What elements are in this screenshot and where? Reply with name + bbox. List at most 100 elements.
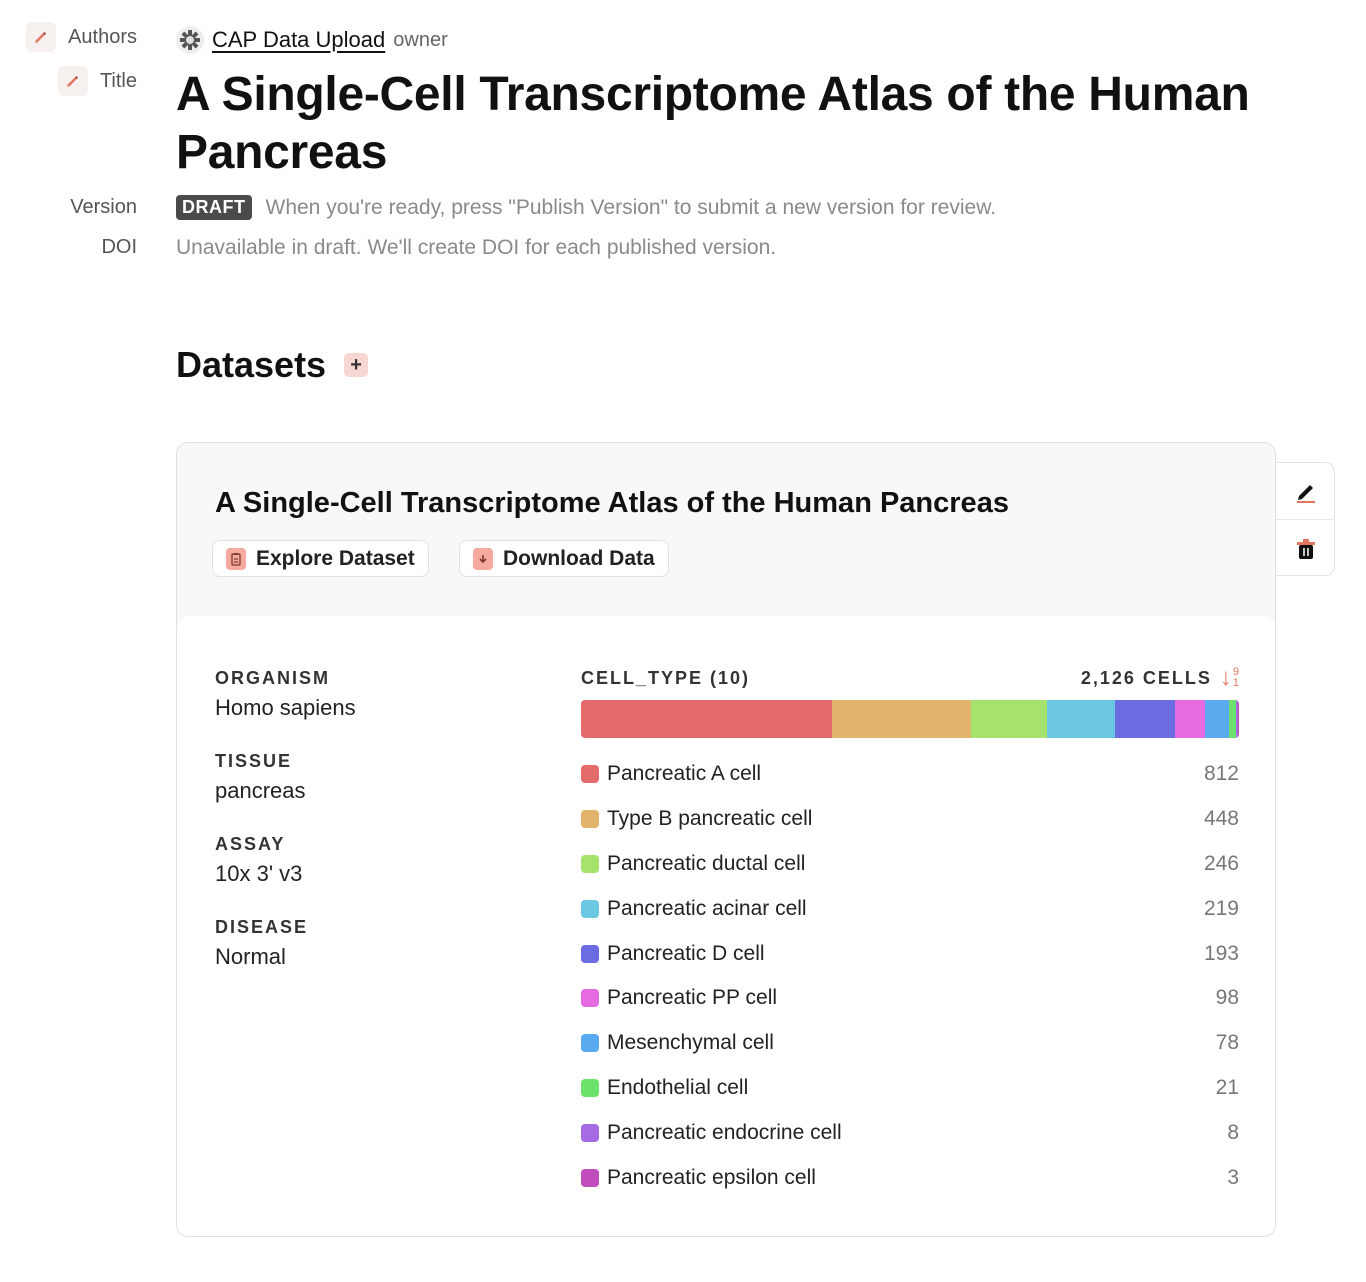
legend-label: Pancreatic epsilon cell (607, 1165, 816, 1189)
delete-dataset-button[interactable] (1276, 520, 1335, 577)
legend-swatch (581, 1078, 599, 1097)
metadata-value: Normal (215, 944, 286, 969)
legend-count: 78 (1215, 1031, 1239, 1055)
owner-link[interactable]: CAP Data Upload (212, 27, 385, 53)
metadata-tissue: TISSUE pancreas (215, 751, 306, 804)
legend-label-group: Pancreatic D cell (581, 942, 765, 966)
doi-label: DOI (101, 236, 137, 258)
metadata-value: 10x 3' v3 (215, 861, 303, 886)
metadata-disease: DISEASE Normal (215, 917, 308, 970)
legend-swatch (581, 854, 599, 873)
metadata-key: DISEASE (215, 917, 309, 937)
bar-segment (1238, 700, 1239, 738)
bar-segment (1174, 700, 1205, 738)
legend-swatch (581, 989, 599, 1008)
legend-label-group: Pancreatic acinar cell (581, 897, 807, 921)
legend-count: 448 (1203, 807, 1239, 831)
edit-dataset-button[interactable] (1276, 463, 1335, 520)
legend-count: 219 (1203, 896, 1239, 920)
metadata-key: TISSUE (215, 751, 293, 771)
legend-item: Pancreatic acinar cell 219 (581, 886, 1239, 931)
bar-segment (970, 700, 1048, 738)
owner-role: owner (393, 28, 448, 51)
legend-label: Pancreatic ductal cell (607, 851, 806, 875)
legend-label-group: Type B pancreatic cell (581, 807, 812, 831)
legend-count: 21 (1215, 1075, 1239, 1099)
section-title: Datasets (176, 344, 327, 385)
dataset-title: A Single-Cell Transcriptome Atlas of the… (215, 487, 1009, 519)
legend-item: Mesenchymal cell 78 (581, 1021, 1239, 1066)
legend-swatch (581, 1123, 599, 1142)
dataset-card-body: ORGANISM Homo sapiens TISSUE pancreas AS… (177, 616, 1275, 1236)
legend-count: 812 (1203, 762, 1239, 786)
dataset-action-panel (1276, 462, 1335, 576)
metadata-assay: ASSAY 10x 3' v3 (215, 834, 302, 887)
doi-text: Unavailable in draft. We'll create DOI f… (176, 236, 777, 259)
bar-segment (832, 700, 971, 738)
page-title: A Single-Cell Transcriptome Atlas of the… (176, 68, 1250, 179)
bar-segment (1204, 700, 1230, 738)
cell-type-title: CELL_TYPE (10) (581, 667, 751, 688)
pencil-icon (1296, 485, 1315, 503)
cell-type-legend: Pancreatic A cell 812 Type B pancreatic ce… (581, 752, 1239, 1200)
legend-swatch (581, 810, 599, 829)
explore-dataset-button[interactable]: Explore Dataset (212, 540, 429, 577)
legend-item: Pancreatic ductal cell 246 (581, 842, 1239, 887)
dataset-card: A Single-Cell Transcriptome Atlas of the… (176, 442, 1276, 1237)
metadata-key: ASSAY (215, 834, 286, 854)
metadata-key: ORGANISM (215, 668, 330, 688)
legend-item: Pancreatic A cell 812 (581, 752, 1239, 797)
sort-descending-icon[interactable]: ↓ 9 1 (1220, 666, 1239, 690)
legend-label-group: Endothelial cell (581, 1076, 748, 1100)
pencil-icon[interactable] (26, 22, 57, 52)
title-label: Title (57, 66, 137, 96)
legend-item: Pancreatic endocrine cell 8 (581, 1110, 1239, 1155)
metadata-organism: ORGANISM Homo sapiens (215, 668, 356, 721)
legend-item: Pancreatic D cell 193 (581, 931, 1239, 976)
legend-count: 98 (1215, 986, 1239, 1010)
legend-label-group: Pancreatic endocrine cell (581, 1121, 842, 1145)
legend-count: 193 (1203, 941, 1239, 965)
download-data-button[interactable]: Download Data (459, 540, 669, 577)
legend-count: 8 (1227, 1120, 1239, 1144)
legend-item: Endothelial cell 21 (581, 1066, 1239, 1111)
version-hint: When you're ready, press "Publish Versio… (265, 195, 997, 219)
plus-icon[interactable]: + (344, 353, 369, 377)
legend-label: Mesenchymal cell (607, 1031, 774, 1055)
legend-label: Pancreatic D cell (607, 941, 765, 965)
legend-count: 246 (1203, 851, 1239, 875)
legend-swatch (581, 1034, 599, 1053)
legend-item: Type B pancreatic cell 448 (581, 797, 1239, 842)
datasets-heading: Datasets + (176, 344, 369, 386)
bar-segment (1047, 700, 1115, 738)
version-label: Version (70, 196, 137, 218)
legend-swatch (581, 765, 599, 784)
legend-label: Type B pancreatic cell (607, 807, 813, 831)
legend-label-group: Pancreatic A cell (581, 762, 761, 786)
legend-swatch (581, 899, 599, 918)
legend-label: Pancreatic endocrine cell (607, 1120, 842, 1144)
legend-label: Pancreatic A cell (607, 762, 762, 786)
legend-count: 3 (1227, 1165, 1239, 1189)
cell-type-header: CELL_TYPE (10) 2,126 CELLS ↓ 9 1 (581, 666, 1239, 690)
legend-label-group: Pancreatic PP cell (581, 986, 777, 1010)
legend-swatch (581, 1168, 599, 1187)
legend-label-group: Mesenchymal cell (581, 1031, 774, 1055)
status-badge: DRAFT (176, 195, 252, 220)
metadata-value: pancreas (215, 778, 306, 803)
legend-swatch (581, 944, 599, 963)
metadata-value: Homo sapiens (215, 695, 356, 720)
legend-label-group: Pancreatic ductal cell (581, 852, 805, 876)
avatar (176, 26, 204, 54)
bar-segment (1114, 700, 1175, 738)
authors-label: Authors (26, 22, 137, 52)
download-folder-icon (473, 547, 493, 570)
cell-count: 2,126 CELLS ↓ 9 1 (1080, 664, 1239, 691)
clipboard-icon (226, 547, 246, 570)
pencil-icon[interactable] (57, 66, 88, 96)
version-row: DRAFT When you're ready, press "Publish … (176, 195, 996, 220)
trash-icon (1296, 538, 1315, 559)
owner-row: CAP Data Upload owner (176, 26, 448, 54)
legend-label: Pancreatic acinar cell (607, 896, 807, 920)
legend-item: Pancreatic PP cell 98 (581, 976, 1239, 1021)
